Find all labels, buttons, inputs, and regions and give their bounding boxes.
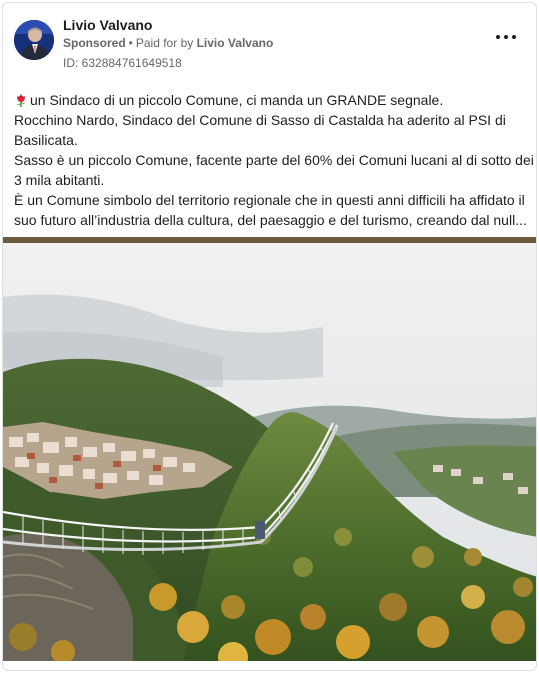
ad-card: Livio Valvano Sponsored • Paid for by Livi…	[2, 2, 537, 671]
post-image[interactable]	[3, 237, 536, 661]
paid-for-name[interactable]: Livio Valvano	[197, 36, 274, 50]
sponsored-label: Sponsored	[63, 36, 126, 50]
more-options-icon[interactable]	[496, 31, 516, 43]
avatar-image	[14, 20, 54, 60]
rose-icon	[17, 94, 25, 107]
ad-id: ID: 632884761649518	[63, 56, 182, 70]
post-line[interactable]: È un Comune simbolo del territorio regio…	[14, 190, 534, 230]
post-header: Livio Valvano Sponsored • Paid for by Livi…	[3, 3, 536, 81]
post-line-text: un Sindaco di un piccolo Comune, ci mand…	[30, 92, 444, 108]
post-line: un Sindaco di un piccolo Comune, ci mand…	[14, 90, 534, 110]
author-name[interactable]: Livio Valvano	[63, 16, 152, 34]
meta-separator: •	[128, 36, 133, 50]
sponsorship-line: Sponsored • Paid for by Livio Valvano	[63, 35, 273, 51]
post-line: Rocchino Nardo, Sindaco del Comune di Sa…	[14, 112, 506, 148]
paid-for-label: Paid for by	[135, 36, 194, 50]
suspension-bridge-landscape-image	[3, 237, 536, 661]
avatar[interactable]	[14, 20, 54, 60]
post-line: Sasso è un piccolo Comune, facente parte…	[14, 152, 534, 188]
post-text: un Sindaco di un piccolo Comune, ci mand…	[14, 90, 534, 230]
